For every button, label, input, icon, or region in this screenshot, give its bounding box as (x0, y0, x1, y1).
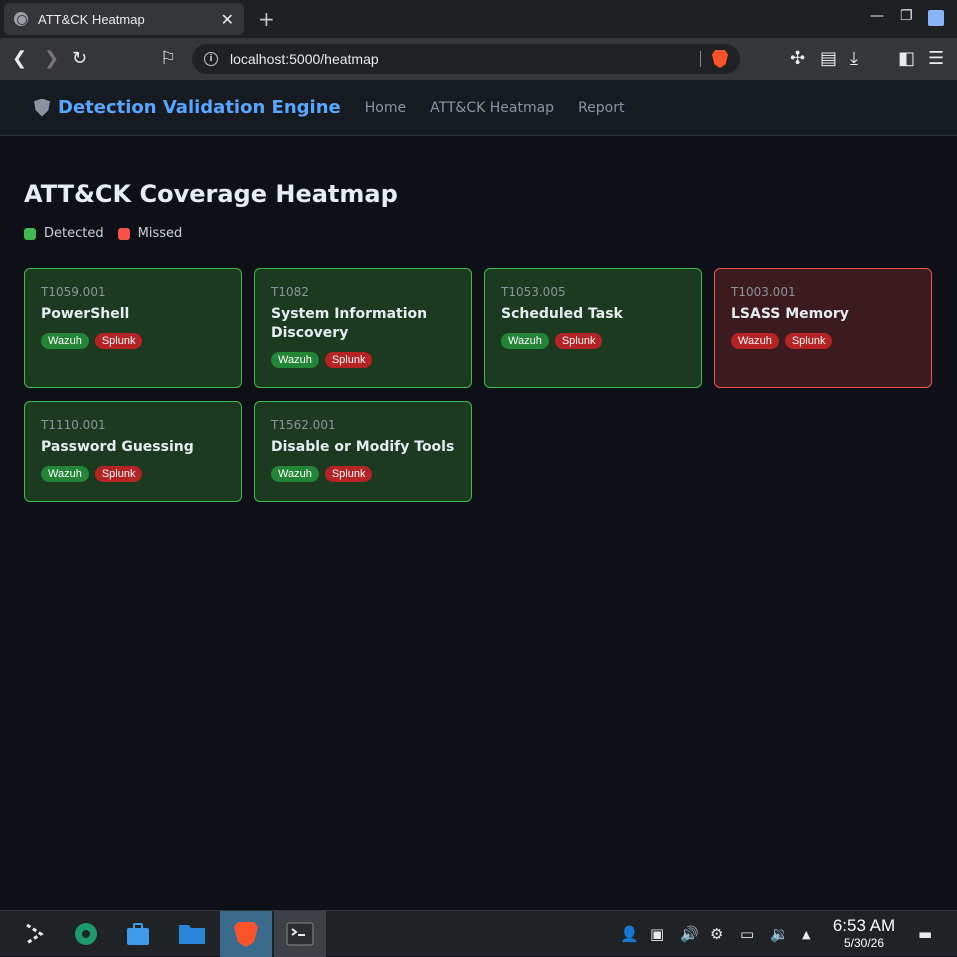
technique-card[interactable]: T1059.001 PowerShell Wazuh Splunk (24, 268, 242, 388)
clock[interactable]: 6:53 AM 5/30/26 (828, 916, 900, 950)
technique-id: T1003.001 (731, 285, 796, 299)
files-app-icon[interactable] (166, 911, 218, 957)
browser-tab-bar: ATT&CK Heatmap ✕ + — ❐ (0, 0, 957, 38)
browser-tab[interactable]: ATT&CK Heatmap ✕ (4, 3, 244, 35)
technique-id: T1082 (271, 285, 309, 299)
page-title: ATT&CK Coverage Heatmap (24, 180, 398, 208)
address-bar[interactable]: i (192, 44, 740, 74)
back-icon[interactable]: ❮ (12, 48, 27, 69)
audio-icon[interactable]: 🔊 (680, 925, 699, 943)
sidebar-icon[interactable]: ◧ (898, 48, 915, 69)
splunk-badge: Splunk (94, 466, 143, 482)
settings-app-icon[interactable] (60, 911, 112, 957)
badges: Wazuh Splunk (271, 466, 455, 482)
app-navbar: Detection Validation Engine Home ATT&CK … (0, 80, 957, 136)
app-launcher-icon[interactable] (8, 911, 60, 957)
bookmark-icon[interactable]: ⚐ (160, 48, 176, 69)
wazuh-badge: Wazuh (271, 466, 319, 482)
menu-icon[interactable]: ☰ (928, 48, 944, 69)
brand[interactable]: Detection Validation Engine (34, 97, 341, 118)
clock-time: 6:53 AM (832, 916, 896, 935)
badges: Wazuh Splunk (41, 466, 225, 482)
show-desktop-icon[interactable]: ▬ (918, 925, 932, 943)
minimize-icon[interactable]: — (870, 8, 884, 24)
technique-grid: T1059.001 PowerShell Wazuh Splunk T1082 … (24, 268, 934, 502)
new-tab-button[interactable]: + (258, 7, 275, 31)
splunk-badge: Splunk (324, 466, 373, 482)
clipboard-icon[interactable]: ▣ (650, 925, 664, 943)
clock-date: 5/30/26 (843, 936, 885, 950)
network-icon[interactable]: ▭ (740, 925, 754, 943)
badges: Wazuh Splunk (41, 333, 225, 349)
technique-card[interactable]: T1003.001 LSASS Memory Wazuh Splunk (714, 268, 932, 388)
extensions-icon[interactable]: ✣ (790, 48, 805, 69)
technique-card[interactable]: T1082 System Information Discovery Wazuh… (254, 268, 472, 388)
restore-icon[interactable]: ❐ (900, 8, 913, 24)
wazuh-badge: Wazuh (731, 333, 779, 349)
technique-id: T1053.005 (501, 285, 566, 299)
taskbar: 👤 ▣ 🔊 ⚙ ▭ 🔉 ▲ 6:53 AM 5/30/26 ▬ (0, 910, 957, 957)
badges: Wazuh Splunk (501, 333, 685, 349)
tray-expand-icon[interactable]: ▲ (802, 928, 810, 941)
browser-toolbar: ❮ ❯ ↻ ⚐ i ✣ ▤ ⤓ ◧ ☰ (0, 38, 957, 80)
nav-heatmap[interactable]: ATT&CK Heatmap (430, 100, 554, 116)
brand-label: Detection Validation Engine (58, 97, 341, 118)
technique-name: Disable or Modify Tools (271, 439, 455, 455)
terminal-app-icon[interactable] (274, 911, 326, 957)
wazuh-badge: Wazuh (41, 466, 89, 482)
technique-id: T1059.001 (41, 285, 106, 299)
brave-app-icon[interactable] (220, 911, 272, 957)
download-icon[interactable]: ⤓ (850, 48, 858, 69)
wallet-icon[interactable]: ▤ (820, 48, 837, 69)
splunk-badge: Splunk (324, 352, 373, 368)
detected-swatch (24, 227, 36, 240)
technique-card[interactable]: T1562.001 Disable or Modify Tools Wazuh … (254, 401, 472, 502)
close-tab-icon[interactable]: ✕ (221, 10, 234, 29)
volume-icon[interactable]: 🔉 (770, 925, 789, 943)
user-icon[interactable]: 👤 (620, 925, 639, 943)
technique-name: PowerShell (41, 306, 130, 322)
nav-report[interactable]: Report (578, 100, 624, 116)
store-app-icon[interactable] (112, 911, 164, 957)
brave-shields-icon[interactable] (712, 50, 728, 68)
technique-id: T1562.001 (271, 418, 336, 432)
url-divider (700, 51, 701, 67)
badges: Wazuh Splunk (271, 352, 455, 368)
technique-name: LSASS Memory (731, 306, 849, 322)
wazuh-badge: Wazuh (271, 352, 319, 368)
url-input[interactable] (230, 51, 690, 67)
technique-name: Scheduled Task (501, 306, 623, 322)
shield-icon (34, 98, 50, 117)
technique-name: Password Guessing (41, 439, 194, 455)
forward-icon[interactable]: ❯ (44, 48, 59, 69)
technique-name: System Information Discovery (271, 306, 428, 341)
globe-icon (14, 12, 28, 26)
wazuh-badge: Wazuh (501, 333, 549, 349)
main-content: ATT&CK Coverage Heatmap Detected Missed (24, 180, 398, 241)
splunk-badge: Splunk (784, 333, 833, 349)
technique-card[interactable]: T1053.005 Scheduled Task Wazuh Splunk (484, 268, 702, 388)
legend-detected: Detected (24, 226, 104, 241)
technique-id: T1110.001 (41, 418, 106, 432)
badges: Wazuh Splunk (731, 333, 915, 349)
nav-home[interactable]: Home (365, 100, 406, 116)
reload-icon[interactable]: ↻ (72, 48, 87, 69)
legend: Detected Missed (24, 226, 398, 241)
legend-label: Missed (137, 226, 183, 241)
splunk-badge: Splunk (554, 333, 603, 349)
close-window-icon[interactable] (928, 10, 944, 26)
technique-card[interactable]: T1110.001 Password Guessing Wazuh Splunk (24, 401, 242, 502)
splunk-badge: Splunk (94, 333, 143, 349)
tab-title: ATT&CK Heatmap (38, 11, 145, 27)
legend-missed: Missed (117, 226, 183, 241)
settings-tray-icon[interactable]: ⚙ (710, 925, 723, 943)
wazuh-badge: Wazuh (41, 333, 89, 349)
info-icon[interactable]: i (204, 52, 218, 66)
missed-swatch (117, 227, 130, 240)
legend-label: Detected (44, 226, 104, 241)
